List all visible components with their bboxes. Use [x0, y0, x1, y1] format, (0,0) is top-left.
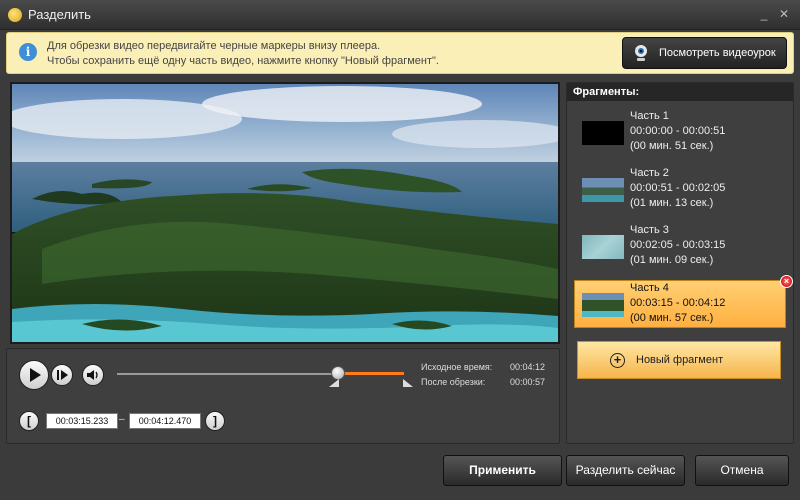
player-controls: Исходное время: После обрезки: 00:04:12 … [6, 348, 560, 444]
fragment-info: Часть 1 00:00:00 - 00:00:51 (00 мин. 51 … [630, 109, 725, 154]
fragment-info: Часть 4 00:03:15 - 00:04:12 (00 мин. 57 … [630, 281, 725, 326]
fragment-range: 00:02:05 - 00:03:15 [630, 239, 726, 251]
play-icon [30, 368, 41, 382]
time-labels: Исходное время: После обрезки: [421, 360, 492, 390]
timeline-selection [337, 372, 404, 375]
set-start-button[interactable]: [ [19, 411, 39, 431]
fragment-info: Часть 3 00:02:05 - 00:03:15 (01 мин. 09 … [630, 223, 725, 268]
close-icon[interactable]: ✕ [776, 6, 792, 22]
video-frame-image [12, 84, 558, 342]
play-button[interactable] [19, 360, 49, 390]
minimize-icon[interactable]: _ [756, 6, 772, 22]
new-fragment-label: Новый фрагмент [636, 354, 724, 366]
fragments-panel: Фрагменты: Часть 1 00:00:00 - 00:00:51 (… [566, 82, 794, 444]
fragment-info: Часть 2 00:00:51 - 00:02:05 (01 мин. 13 … [630, 166, 725, 211]
delete-fragment-icon[interactable]: × [780, 275, 793, 288]
tutorial-button-label: Посмотреть видеоурок [659, 47, 776, 59]
end-time-input[interactable]: 00:04:12.470 [129, 413, 201, 429]
fragment-thumbnail [582, 293, 624, 317]
fragment-duration: (01 мин. 09 сек.) [630, 254, 714, 266]
webcam-icon [635, 45, 647, 61]
trim-end-marker[interactable] [403, 379, 413, 387]
time-values: 00:04:12 00:00:57 [510, 360, 545, 390]
after-trim-label: После обрезки: [421, 377, 486, 387]
fragment-range: 00:03:15 - 00:04:12 [630, 297, 726, 309]
speaker-icon [87, 370, 98, 380]
fragment-duration: (01 мин. 13 сек.) [630, 197, 714, 209]
apply-button[interactable]: Применить [443, 455, 562, 486]
fragment-duration: (00 мин. 57 сек.) [630, 312, 714, 324]
fragment-name: Часть 1 [630, 110, 669, 122]
fragment-range: 00:00:00 - 00:00:51 [630, 125, 726, 137]
window-title: Разделить [28, 7, 91, 22]
fragment-name: Часть 3 [630, 224, 669, 236]
time-range-dash: – [119, 414, 125, 425]
split-now-button[interactable]: Разделить сейчас [566, 455, 685, 486]
start-time-input[interactable]: 00:03:15.233 [46, 413, 118, 429]
info-icon: i [19, 43, 37, 61]
fragment-thumbnail [582, 121, 624, 145]
fragment-item[interactable]: Часть 1 00:00:00 - 00:00:51 (00 мин. 51 … [575, 109, 785, 157]
fragments-header: Фрагменты: [567, 83, 793, 101]
step-forward-button[interactable] [51, 364, 73, 386]
step-forward-icon [57, 370, 68, 380]
trim-start-marker[interactable] [329, 379, 339, 387]
video-preview[interactable] [10, 82, 560, 344]
fragment-thumbnail [582, 235, 624, 259]
fragment-item[interactable]: Часть 3 00:02:05 - 00:03:15 (01 мин. 09 … [575, 223, 785, 271]
fragment-item[interactable]: Часть 2 00:00:51 - 00:02:05 (01 мин. 13 … [575, 166, 785, 214]
original-time-value: 00:04:12 [510, 362, 546, 372]
fragment-name: Часть 2 [630, 167, 669, 179]
fragment-thumbnail [582, 178, 624, 202]
watch-tutorial-button[interactable]: Посмотреть видеоурок [622, 37, 787, 69]
fragment-name: Часть 4 [630, 282, 669, 294]
info-text: Для обрезки видео передвигайте черные ма… [47, 39, 439, 69]
title-bar: Разделить _ ✕ [0, 0, 800, 30]
info-line-2: Чтобы сохранить ещё одну часть видео, на… [47, 55, 439, 67]
cancel-button[interactable]: Отмена [695, 455, 789, 486]
fragment-item-selected[interactable]: Часть 4 00:03:15 - 00:04:12 (00 мин. 57 … [574, 275, 793, 328]
volume-button[interactable] [82, 364, 104, 386]
app-logo-icon [8, 8, 22, 22]
fragment-range: 00:00:51 - 00:02:05 [630, 182, 726, 194]
playhead-handle[interactable] [331, 366, 345, 380]
new-fragment-button[interactable]: + Новый фрагмент [577, 341, 781, 379]
set-end-button[interactable]: ] [205, 411, 225, 431]
info-bar: i Для обрезки видео передвигайте черные … [6, 32, 794, 74]
original-time-label: Исходное время: [421, 362, 493, 372]
fragment-duration: (00 мин. 51 сек.) [630, 140, 714, 152]
info-line-1: Для обрезки видео передвигайте черные ма… [47, 40, 381, 52]
plus-icon: + [610, 353, 625, 368]
after-trim-value: 00:00:57 [510, 377, 546, 387]
